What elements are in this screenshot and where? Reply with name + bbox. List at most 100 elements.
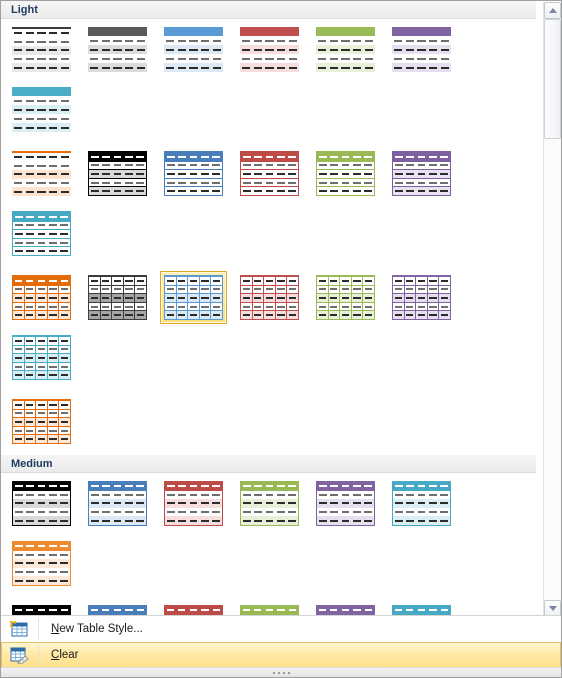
table-style-preview-cell xyxy=(165,499,176,508)
table-style-preview-row xyxy=(12,87,71,96)
table-style-thumbnail[interactable] xyxy=(388,271,455,324)
table-style-thumbnail[interactable] xyxy=(312,147,379,200)
table-style-preview-dash xyxy=(13,117,22,120)
table-style-preview-cell xyxy=(404,36,416,45)
table-style-preview-dash xyxy=(406,296,414,299)
command-new-table-style[interactable]: New Table Style... xyxy=(1,616,561,642)
table-style-preview-cell xyxy=(13,337,24,345)
table-style-preview-dash xyxy=(37,190,46,193)
table-style-thumbnail[interactable] xyxy=(312,271,379,324)
table-style-preview-dash xyxy=(61,108,70,111)
table-style-thumbnail[interactable] xyxy=(8,83,75,136)
table-style-preview-dash xyxy=(189,39,198,42)
table-style-preview-row xyxy=(13,353,70,362)
table-style-thumbnail[interactable] xyxy=(236,23,303,76)
table-style-thumbnail[interactable] xyxy=(312,477,379,530)
table-style-preview-dash xyxy=(189,155,198,158)
table-style-preview-cell xyxy=(287,27,299,36)
table-style-preview-cell xyxy=(100,54,112,63)
table-style-preview-cell xyxy=(36,516,47,525)
table-style-thumbnail[interactable] xyxy=(8,395,75,448)
table-style-preview-dash xyxy=(49,511,57,514)
table-style-preview-dash xyxy=(429,164,437,167)
table-style-thumbnail[interactable] xyxy=(236,477,303,530)
table-style-thumbnail[interactable] xyxy=(8,331,75,384)
styles-scroll-area[interactable]: LightMediumDark xyxy=(1,1,536,618)
table-style-preview-cell xyxy=(211,179,222,187)
table-style-preview-cell xyxy=(328,36,340,45)
table-style-preview-cell xyxy=(199,179,210,187)
resize-grip[interactable] xyxy=(1,667,561,677)
table-style-thumbnail[interactable] xyxy=(8,23,75,76)
table-style-thumbnail[interactable] xyxy=(84,147,151,200)
table-style-preview-cell xyxy=(339,294,351,302)
table-style-preview-dash xyxy=(101,30,110,33)
table-style-preview-cell xyxy=(328,491,339,500)
table-style-preview-row xyxy=(317,276,374,285)
table-style-preview-dash xyxy=(318,493,327,496)
table-style-preview-dash xyxy=(213,314,221,317)
table-style-thumbnail[interactable] xyxy=(8,147,75,200)
table-style-preview-cell xyxy=(58,311,70,319)
table-style-preview-dash xyxy=(102,172,110,175)
table-style-thumbnail-selected[interactable] xyxy=(160,271,227,324)
table-style-thumbnail[interactable] xyxy=(8,207,75,260)
table-style-thumbnail[interactable] xyxy=(388,147,455,200)
table-style-preview-cell xyxy=(263,311,275,319)
table-style-thumbnail[interactable] xyxy=(84,477,151,530)
table-style-thumbnail[interactable] xyxy=(84,23,151,76)
table-style-preview-cell xyxy=(241,153,252,161)
table-style-preview-cell xyxy=(241,187,252,195)
table-style-thumbnail[interactable] xyxy=(8,477,75,530)
table-style-preview-row xyxy=(317,160,374,170)
table-style-thumbnail[interactable] xyxy=(388,477,455,530)
table-style-thumbnail[interactable] xyxy=(236,147,303,200)
table-style-preview-dash xyxy=(393,39,402,42)
table-style-preview-cell xyxy=(59,230,70,238)
scrollbar-thumb[interactable] xyxy=(544,19,561,139)
table-style-preview-dash xyxy=(441,48,450,51)
command-clear[interactable]: Clear xyxy=(1,642,561,668)
table-style-preview-row xyxy=(241,276,298,285)
table-style-preview-dash xyxy=(89,57,98,60)
table-style-preview-cell xyxy=(393,170,404,178)
table-style-thumbnail[interactable] xyxy=(160,23,227,76)
scrollbar-track[interactable] xyxy=(544,19,561,600)
table-style-preview-dash xyxy=(26,579,34,582)
table-style-preview-cell xyxy=(350,285,363,294)
table-style-preview-dash xyxy=(440,155,449,158)
table-style-preview-row xyxy=(317,177,374,187)
table-style-thumbnail[interactable] xyxy=(160,477,227,530)
table-style-thumbnail[interactable] xyxy=(160,147,227,200)
table-style-preview-cell xyxy=(23,311,36,319)
table-style-thumbnail[interactable] xyxy=(236,271,303,324)
table-style-preview-row xyxy=(165,490,222,500)
table-style-preview-cell xyxy=(439,170,450,178)
table-style-preview-cell xyxy=(176,482,187,491)
table-style-preview-cell xyxy=(287,179,298,187)
scroll-up-button[interactable] xyxy=(544,2,561,19)
table-style-preview-cell xyxy=(340,491,351,500)
table-style-thumbnail[interactable] xyxy=(8,271,75,324)
table-style-preview-cell xyxy=(23,401,36,409)
table-style-thumbnail[interactable] xyxy=(84,271,151,324)
table-style-thumbnail[interactable] xyxy=(312,23,379,76)
table-style-thumbnail[interactable] xyxy=(388,23,455,76)
table-style-preview-dash xyxy=(189,30,198,33)
table-style-preview-dash xyxy=(213,30,222,33)
table-style-thumbnail[interactable] xyxy=(8,537,75,590)
table-style-preview-cell xyxy=(187,302,199,311)
table-style-preview-dash xyxy=(353,155,361,158)
table-style-preview-dash xyxy=(14,511,23,514)
table-style-preview-cell xyxy=(89,277,100,285)
table-style-preview-cell xyxy=(328,516,339,525)
table-style-preview-cell xyxy=(363,153,374,161)
table-style-preview-cell xyxy=(47,551,58,560)
table-style-preview-cell xyxy=(264,54,276,63)
table-style-preview-cell xyxy=(46,418,59,426)
vertical-scrollbar[interactable] xyxy=(543,2,561,617)
table-style-preview-cell xyxy=(47,105,59,114)
table-style-preview-dash xyxy=(429,39,438,42)
table-style-preview-cell xyxy=(35,294,47,302)
table-style-preview-dash xyxy=(113,57,122,60)
